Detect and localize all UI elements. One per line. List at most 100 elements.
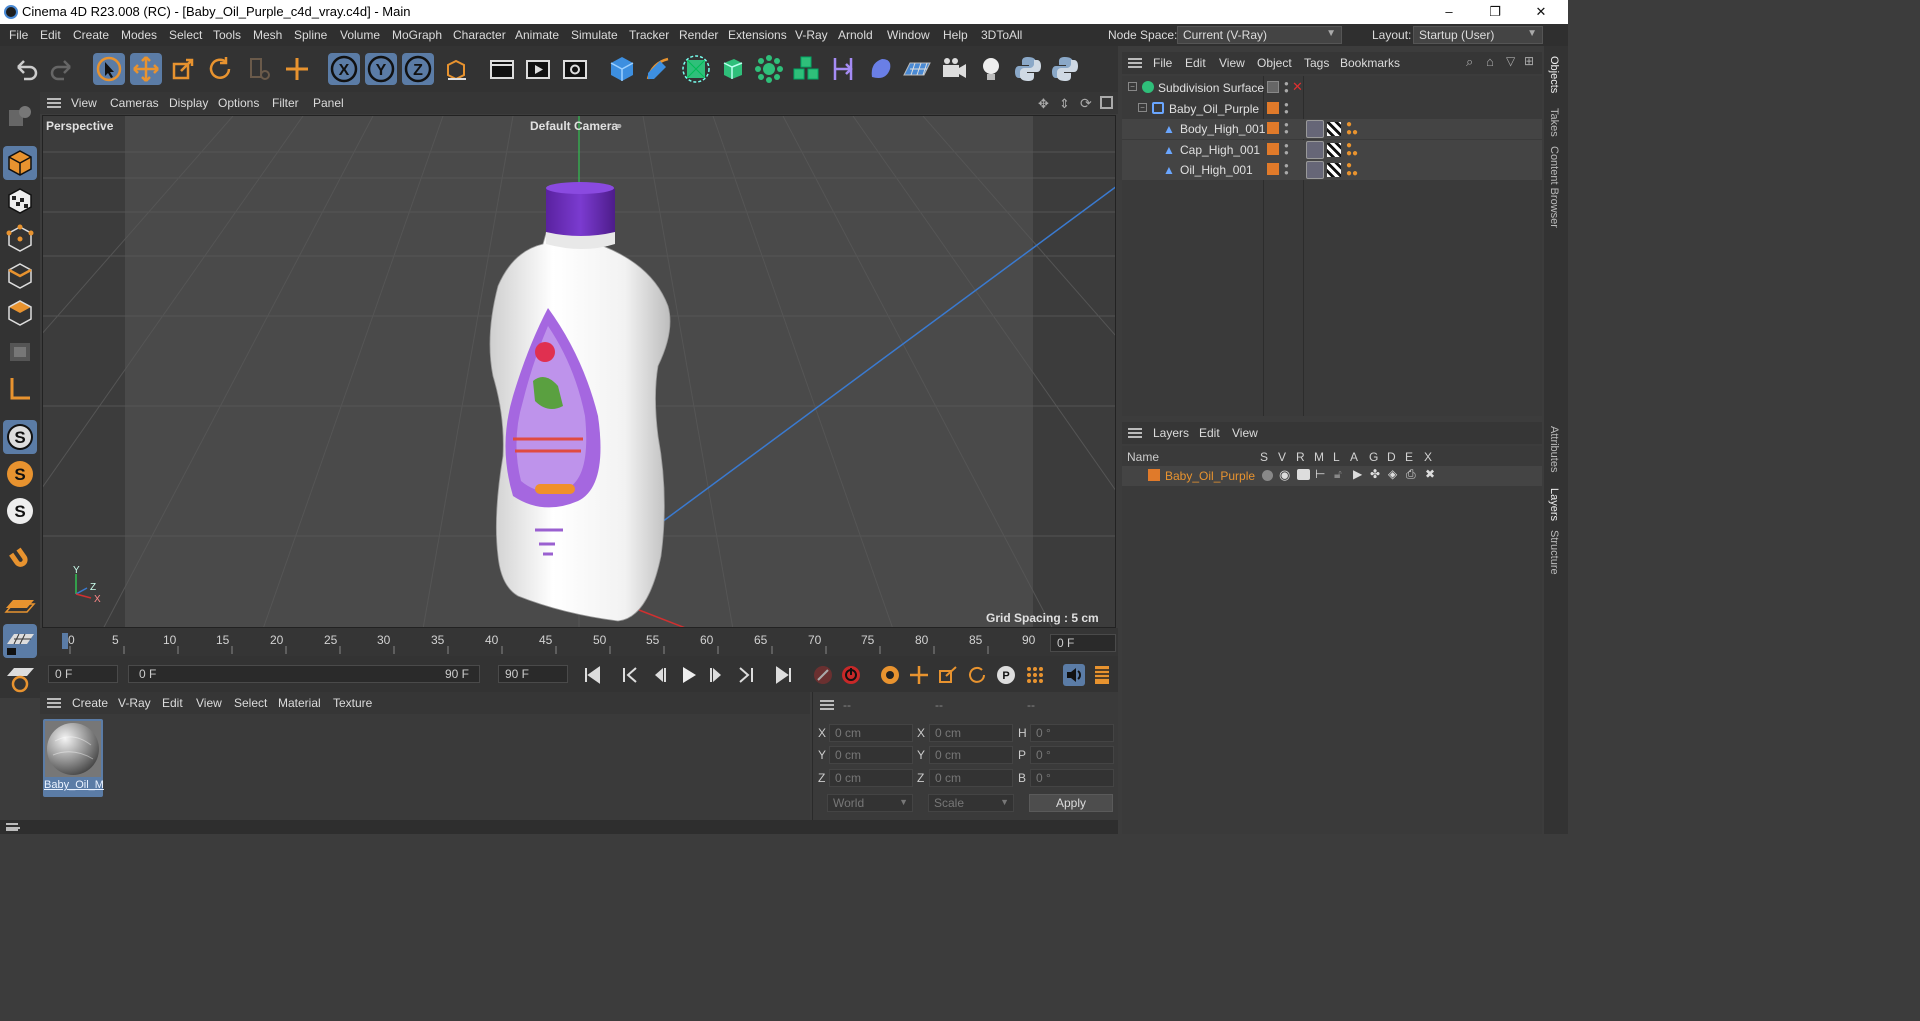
- lock-workplane-button[interactable]: [3, 624, 37, 658]
- edit-layer-icon[interactable]: [1267, 81, 1279, 93]
- tab-takes[interactable]: Takes: [1548, 108, 1560, 137]
- sound-toggle-button[interactable]: [1063, 664, 1085, 686]
- material-menu-select[interactable]: Select: [234, 696, 267, 710]
- soft-selection-button[interactable]: S: [3, 457, 37, 491]
- axis-move-button[interactable]: [281, 53, 313, 85]
- size-z-field[interactable]: 0 cm: [929, 769, 1013, 787]
- magnet-tool-button[interactable]: [3, 542, 37, 576]
- menu-volume[interactable]: Volume: [340, 28, 380, 42]
- material-menu-vray[interactable]: V-Ray: [118, 696, 151, 710]
- viewport-menu-view[interactable]: View: [71, 96, 97, 110]
- material-menu-create[interactable]: Create: [72, 696, 108, 710]
- layer-menu-view[interactable]: View: [1232, 426, 1258, 440]
- layer-row[interactable]: Baby_Oil_Purple ◉ ⊢ 🔓︎ ▶ ✤ ◈ ⎙ ✖: [1122, 466, 1542, 486]
- camera-object-button[interactable]: [938, 53, 970, 85]
- polygon-mode-button[interactable]: [3, 296, 37, 330]
- workplane-button[interactable]: [3, 372, 37, 406]
- size-y-field[interactable]: 0 cm: [929, 746, 1013, 764]
- selection-tag-icon[interactable]: ● ●●: [1346, 120, 1358, 138]
- pos-x-field[interactable]: 0 cm: [829, 724, 913, 742]
- viewport-menu-panel[interactable]: Panel: [313, 96, 344, 110]
- enabled-toggle-icon[interactable]: ✕: [1292, 79, 1303, 95]
- python-script-button[interactable]: [1012, 53, 1044, 85]
- key-pla-button[interactable]: [1024, 664, 1046, 686]
- keyframe-selection-button[interactable]: [879, 664, 901, 686]
- timeline-ruler[interactable]: 0 5 10 15 20 25 30 35 40 45 50 55 60 65 …: [40, 628, 1118, 656]
- menu-tools[interactable]: Tools: [213, 28, 241, 42]
- uvw-tag-icon[interactable]: [1327, 143, 1341, 157]
- edge-mode-button[interactable]: [3, 259, 37, 293]
- cloner-button[interactable]: [753, 53, 785, 85]
- home-icon[interactable]: ⌂: [1486, 54, 1494, 69]
- rot-b-field[interactable]: 0 °: [1030, 769, 1114, 787]
- vray-material-tag-icon[interactable]: [1306, 141, 1324, 159]
- menu-window[interactable]: Window: [887, 28, 930, 42]
- lock-y-axis-button[interactable]: Y: [365, 53, 397, 85]
- menu-modes[interactable]: Modes: [121, 28, 157, 42]
- menu-render[interactable]: Render: [679, 28, 718, 42]
- object-menu-bookmarks[interactable]: Bookmarks: [1340, 56, 1400, 70]
- collapse-toggle-icon[interactable]: −: [1138, 103, 1147, 112]
- layer-menu-layers[interactable]: Layers: [1153, 426, 1189, 440]
- make-editable-icon[interactable]: [3, 100, 37, 134]
- menu-select[interactable]: Select: [169, 28, 202, 42]
- menu-tracker[interactable]: Tracker: [629, 28, 669, 42]
- visibility-dots-icon[interactable]: ● ●: [1284, 142, 1289, 157]
- subdivision-surface-button[interactable]: [680, 53, 712, 85]
- tab-attributes[interactable]: Attributes: [1548, 426, 1560, 472]
- minimize-button[interactable]: –: [1426, 0, 1472, 24]
- axis-rotate-button[interactable]: [3, 660, 37, 694]
- timeline-editor-button[interactable]: [1091, 664, 1113, 686]
- record-keys-button[interactable]: [812, 664, 834, 686]
- key-rotation-button[interactable]: [966, 664, 988, 686]
- new-view-icon[interactable]: ⊞: [1524, 54, 1534, 68]
- next-key-button[interactable]: [735, 664, 757, 686]
- hamburger-icon[interactable]: [47, 98, 61, 108]
- texture-mode-button[interactable]: [3, 184, 37, 218]
- object-row-subdivision-surface[interactable]: − Subdivision Surface ● ● ✕: [1122, 78, 1542, 98]
- viewport-menu-cameras[interactable]: Cameras: [110, 96, 159, 110]
- xref-icon[interactable]: ✖: [1425, 467, 1435, 481]
- maximize-button[interactable]: ❐: [1472, 0, 1518, 24]
- key-position-button[interactable]: [908, 664, 930, 686]
- python-console-button[interactable]: [1049, 53, 1081, 85]
- object-row-cap-high-001[interactable]: ▲ Cap_High_001 ● ● ● ●●: [1122, 140, 1542, 160]
- key-parameter-button[interactable]: P: [995, 664, 1017, 686]
- frame-range-slider[interactable]: 0 F 90 F: [128, 665, 480, 683]
- material-menu-edit[interactable]: Edit: [162, 696, 183, 710]
- filter-icon[interactable]: ▽: [1506, 54, 1515, 68]
- eye-icon[interactable]: ◉: [1279, 467, 1290, 483]
- material-swatch[interactable]: Baby_Oil_M: [43, 719, 104, 797]
- play-button[interactable]: [677, 664, 699, 686]
- extrude-generator-button[interactable]: [716, 53, 748, 85]
- camera-link-icon[interactable]: ⚭: [614, 120, 623, 133]
- toggle-layout-icon[interactable]: [1100, 96, 1113, 109]
- pan-view-icon[interactable]: ✥: [1038, 96, 1049, 112]
- render-view-button[interactable]: [486, 53, 518, 85]
- viewport-menu-options[interactable]: Options: [218, 96, 259, 110]
- pos-y-field[interactable]: 0 cm: [829, 746, 913, 764]
- tab-structure[interactable]: Structure: [1548, 530, 1560, 575]
- recent-tools-icon[interactable]: [243, 53, 275, 85]
- grid-snap-button[interactable]: [3, 588, 37, 622]
- rot-h-field[interactable]: 0 °: [1030, 724, 1114, 742]
- layer-color-icon[interactable]: [1267, 122, 1279, 134]
- active-camera-label[interactable]: Default Camera: [530, 119, 618, 133]
- rotate-tool-button[interactable]: [204, 53, 236, 85]
- render-to-picture-viewer-button[interactable]: [522, 53, 554, 85]
- light-object-button[interactable]: [975, 53, 1007, 85]
- previous-key-button[interactable]: [619, 664, 641, 686]
- close-window-button[interactable]: ✕: [1518, 0, 1564, 24]
- coordinate-system-button[interactable]: [440, 53, 472, 85]
- menu-vray[interactable]: V-Ray: [795, 28, 828, 42]
- render-settings-button[interactable]: [559, 53, 591, 85]
- object-menu-tags[interactable]: Tags: [1304, 56, 1329, 70]
- apply-button[interactable]: Apply: [1029, 794, 1113, 812]
- lock-icon[interactable]: 🔓︎: [1334, 467, 1342, 482]
- start-frame-field[interactable]: 0 F: [48, 665, 118, 683]
- autokeying-button[interactable]: [840, 664, 862, 686]
- solo-icon[interactable]: [1262, 470, 1273, 481]
- manager-tree-icon[interactable]: ⊢: [1315, 467, 1325, 481]
- layer-color-icon[interactable]: [1267, 102, 1279, 114]
- snap-button[interactable]: S: [3, 420, 37, 454]
